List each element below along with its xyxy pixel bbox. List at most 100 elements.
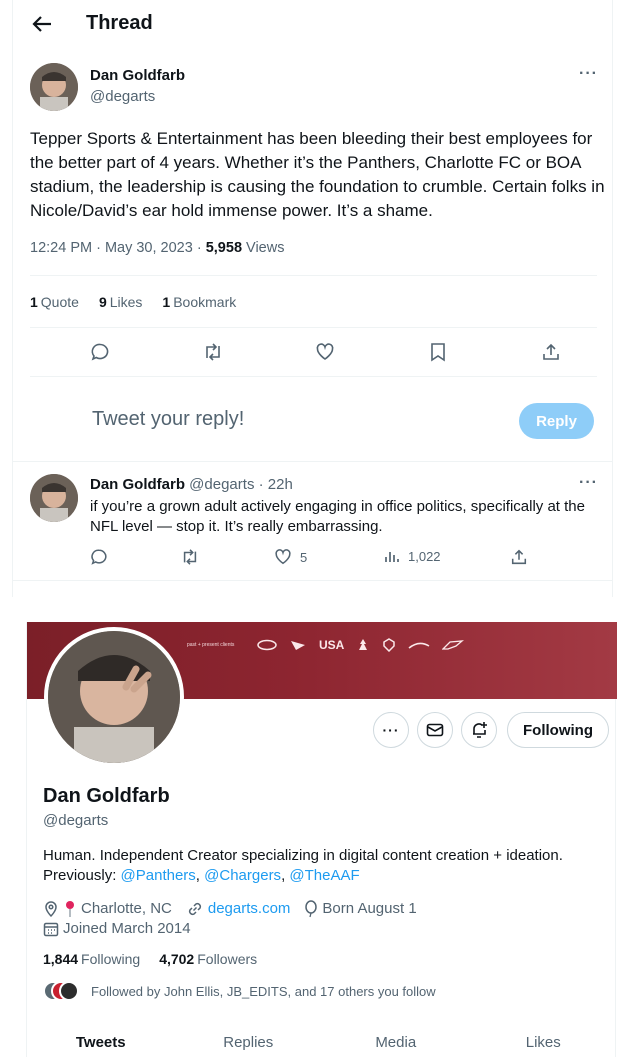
profile-location: Charlotte, NC [81, 900, 172, 917]
following-count: 1,844 [43, 951, 79, 967]
bio-previously: Previously: @Panthers, @Chargers, @TheAA… [43, 866, 603, 886]
reply-share-icon[interactable] [510, 548, 528, 566]
views-label: Views [242, 240, 285, 256]
reply-more-icon[interactable]: ··· [579, 474, 598, 492]
divider [30, 327, 597, 328]
reply-likes-count: 5 [300, 549, 308, 565]
reply-author-name[interactable]: Dan Goldfarb [90, 476, 185, 493]
views-count: 5,958 [205, 240, 243, 256]
author-handle[interactable]: @degarts [90, 88, 155, 105]
followers-link[interactable]: 4,702 Followers [159, 951, 257, 967]
reply-actions: 5 1,022 [90, 548, 530, 570]
views-chart-icon [385, 552, 399, 562]
bio-sep: , [195, 867, 205, 884]
likes-label: Likes [109, 294, 143, 310]
reply-retweet-icon[interactable] [180, 548, 200, 566]
notifications-button[interactable] [461, 712, 497, 748]
tweet-time[interactable]: 12:24 PM · May 30, 2023 [30, 240, 193, 256]
shield-logo-icon [383, 638, 396, 652]
quotes-label: Quote [40, 294, 79, 310]
profile-info: Charlotte, NC degarts.com Born August 1 … [43, 899, 603, 939]
quotes-count: 1 [30, 294, 38, 310]
avatar[interactable] [30, 63, 78, 111]
divider [30, 275, 597, 276]
usa-logo: USA [319, 638, 345, 652]
tweet-meta: 12:24 PM · May 30, 2023 · 5,958 Views [30, 240, 284, 256]
likes-count: 9 [98, 294, 107, 310]
reply-icon[interactable] [87, 338, 113, 366]
followed-by-text: Followed by John Ellis, JB_EDITS, and 17… [91, 983, 436, 999]
page-title: Thread [86, 12, 153, 34]
balloon-icon [305, 900, 318, 918]
bio-link-theaaf[interactable]: @TheAAF [289, 867, 359, 884]
cardinals-logo-icon [291, 641, 305, 650]
banner-caption: past + present clients [187, 642, 235, 648]
heart-icon [275, 549, 291, 565]
tab-media[interactable]: Media [322, 1034, 470, 1057]
retweet-icon[interactable] [200, 338, 226, 366]
profile-birthday: Born August 1 [322, 900, 417, 917]
link-icon [188, 902, 201, 916]
reply-avatar[interactable] [30, 474, 78, 522]
mail-icon [426, 723, 444, 737]
profile-joined: Joined March 2014 [63, 920, 191, 937]
ellipsis-icon: ··· [382, 722, 400, 738]
following-link[interactable]: 1,844 Following [43, 951, 140, 967]
tab-tweets[interactable]: Tweets [27, 1034, 175, 1057]
more-options-icon[interactable]: ··· [579, 65, 598, 83]
reply-handle-time[interactable]: @degarts · 22h [185, 476, 293, 493]
location-icon [45, 901, 57, 918]
back-arrow-icon[interactable] [31, 11, 53, 37]
divider [13, 461, 612, 462]
bio-line: Human. Independent Creator specializing … [43, 847, 563, 864]
following-button[interactable]: Following [507, 712, 609, 748]
mutual-avatar [59, 981, 79, 1001]
bookmarks-label: Bookmark [173, 294, 237, 310]
reply-text: if you’re a grown adult actively engagin… [90, 498, 585, 535]
bio-link-panthers[interactable]: @Panthers [121, 867, 196, 884]
divider [30, 376, 597, 377]
reply-reply-icon[interactable] [90, 548, 108, 566]
tab-replies[interactable]: Replies [175, 1034, 323, 1057]
tweet-text: Tepper Sports & Entertainment has been b… [30, 129, 605, 220]
bio-link-chargers[interactable]: @Chargers [204, 867, 281, 884]
likes-link[interactable]: 9 Likes [99, 294, 142, 310]
reply-views-count: 1,022 [408, 548, 441, 564]
follow-counts: 1,844 Following 4,702 Followers [43, 951, 257, 967]
followers-label: Followers [197, 951, 258, 967]
banner-logos: USA [257, 638, 465, 652]
thread-panel: Thread Dan Goldfarb @degarts ··· Tepper … [12, 0, 613, 597]
reply-input[interactable]: Tweet your reply! [92, 408, 244, 431]
quotes-link[interactable]: 1 Quote [30, 294, 79, 310]
following-label: Following [81, 951, 141, 967]
thread-header: Thread [13, 0, 612, 50]
bookmarks-count: 1 [162, 294, 171, 310]
reply-like-button[interactable]: 5 [274, 548, 307, 566]
pin-emoji-icon [66, 901, 74, 917]
bookmarks-link[interactable]: 1 Bookmark [162, 294, 236, 310]
profile-tabs: Tweets Replies Media Likes [27, 1034, 617, 1057]
like-icon[interactable] [312, 338, 338, 366]
reply-button[interactable]: Reply [519, 403, 594, 439]
author-name[interactable]: Dan Goldfarb [90, 67, 185, 84]
tweet-stats: 1 Quote 9 Likes 1 Bookmark [30, 294, 236, 310]
calendar-icon [43, 922, 59, 937]
bookmark-icon[interactable] [425, 338, 451, 366]
message-button[interactable] [417, 712, 453, 748]
mutual-avatars [43, 981, 79, 1001]
hurricanes-logo-icon [257, 639, 277, 651]
profile-website[interactable]: degarts.com [208, 899, 291, 919]
followed-by[interactable]: Followed by John Ellis, JB_EDITS, and 17… [43, 981, 436, 1001]
chargers-logo-icon [408, 642, 430, 649]
tab-likes[interactable]: Likes [470, 1034, 618, 1057]
bell-plus-icon [473, 722, 487, 738]
reply-header: Dan Goldfarb @degarts · 22h [90, 476, 293, 493]
followers-count: 4,702 [159, 951, 195, 967]
profile-avatar[interactable] [44, 627, 184, 767]
profile-bio: Human. Independent Creator specializing … [43, 846, 603, 886]
more-options-button[interactable]: ··· [373, 712, 409, 748]
reply-views-button[interactable]: 1,022 [384, 548, 441, 564]
profile-name: Dan Goldfarb [43, 785, 170, 807]
meta-separator: · [192, 240, 206, 256]
share-icon[interactable] [538, 338, 564, 366]
